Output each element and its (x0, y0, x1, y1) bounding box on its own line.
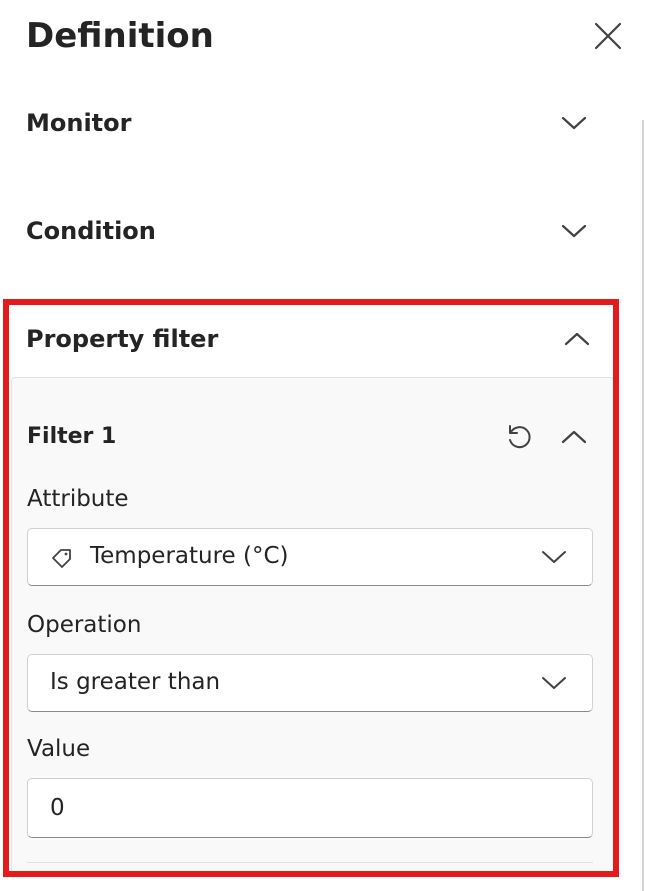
chevron-down-icon (538, 669, 570, 697)
property-filter-section: Property filter Filter 1 Attribute Tempe… (3, 299, 619, 877)
section-monitor[interactable]: Monitor (0, 95, 616, 151)
close-icon (594, 22, 622, 50)
filter-title: Filter 1 (27, 424, 117, 449)
filter-card: Filter 1 Attribute Temperature (°C) Oper… (11, 377, 613, 871)
reset-filter-button[interactable] (502, 420, 536, 454)
section-condition[interactable]: Condition (0, 203, 616, 259)
section-condition-label: Condition (26, 217, 156, 245)
operation-value: Is greater than (50, 669, 221, 695)
collapse-filter-button[interactable] (557, 420, 591, 454)
operation-label: Operation (27, 612, 142, 638)
section-property-filter-label: Property filter (26, 325, 219, 353)
chevron-down-icon (538, 543, 570, 571)
chevron-up-icon (561, 325, 593, 353)
tag-icon (52, 549, 71, 568)
definition-panel: Definition Monitor Condition Property fi… (0, 0, 646, 891)
panel-title: Definition (26, 16, 214, 56)
section-monitor-label: Monitor (26, 109, 132, 137)
chevron-down-icon (558, 217, 590, 245)
divider (27, 862, 593, 863)
chevron-down-icon (558, 109, 590, 137)
attribute-dropdown[interactable]: Temperature (°C) (27, 528, 593, 586)
attribute-label: Attribute (27, 486, 129, 512)
close-button[interactable] (588, 16, 628, 56)
value-label: Value (27, 736, 91, 762)
section-property-filter[interactable]: Property filter (9, 305, 613, 377)
value-input[interactable] (27, 778, 593, 838)
reset-icon (509, 425, 531, 449)
operation-dropdown[interactable]: Is greater than (27, 654, 593, 712)
chevron-up-icon (561, 430, 587, 444)
attribute-value: Temperature (°C) (90, 543, 289, 569)
scrollbar-track[interactable] (642, 120, 644, 891)
